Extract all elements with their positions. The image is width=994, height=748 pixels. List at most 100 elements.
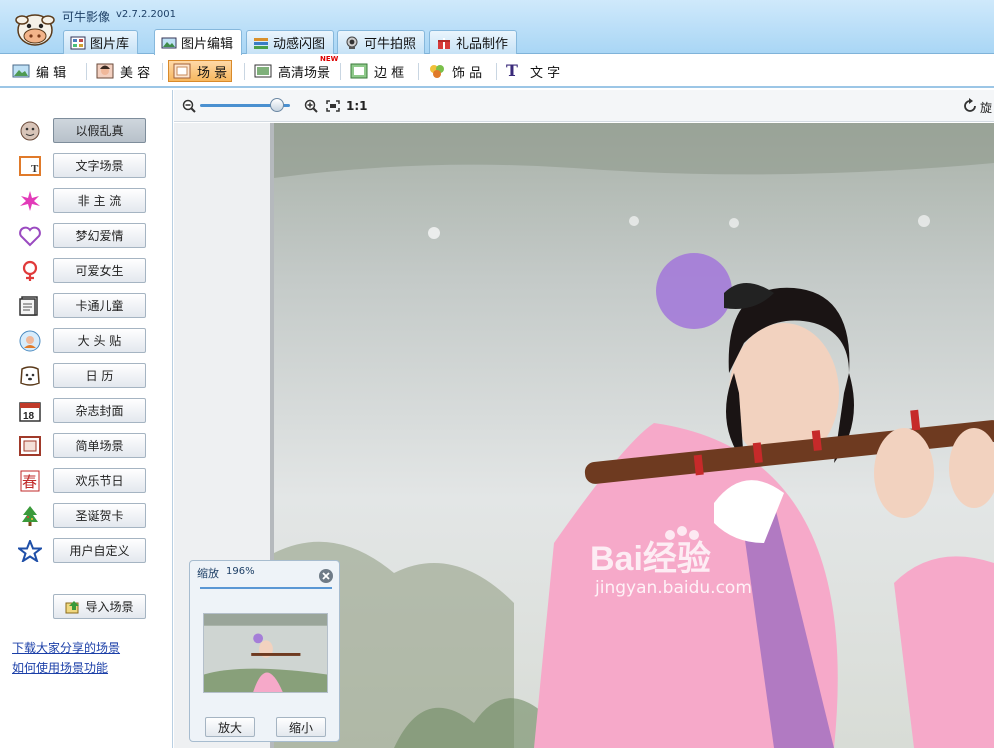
app-title: 可牛影像 [62,10,111,24]
gallery-icon [70,36,86,49]
tool-edit[interactable]: 编 辑 [8,60,70,82]
tool-scene[interactable]: 场 景 [168,60,233,82]
tab-gift[interactable]: 礼品制作 [429,30,518,54]
tool-decoration-label: 饰 品 [452,65,483,81]
tab-gift-label: 礼品制作 [456,37,509,52]
tab-gallery[interactable]: 图片库 [63,30,139,54]
zoom-in-icon[interactable] [304,99,318,113]
scene-item: 大 头 贴 [0,328,170,354]
import-scene-button[interactable]: 导入场景 [53,594,146,619]
female-icon [22,260,38,281]
tab-webcam[interactable]: 可牛拍照 [337,30,426,54]
scene-item: T 文字场景 [0,153,170,179]
scene-item: 圣诞贺卡 [0,503,170,529]
cartoon-book-icon [19,296,38,316]
scene-category-panel: 以假乱真 T 文字场景 非 主 流 梦幻爱情 可爱女生 卡通儿童 大 头 贴 日… [0,90,173,748]
rotate-label[interactable]: 旋 [980,99,992,116]
function-toolbar: 编 辑 美 容 场 景 高清场景 NEW 边 框 饰 品 T 文 字 [0,55,994,88]
import-scene-label: 导入场景 [85,600,134,614]
webcam-icon [346,36,358,49]
scene-item: 春 欢乐节日 [0,468,170,494]
fit-window-icon[interactable] [326,100,340,112]
tool-beauty[interactable]: 美 容 [92,60,154,82]
tool-text[interactable]: T 文 字 [502,60,564,82]
tool-decoration[interactable]: 饰 品 [424,60,486,82]
scene-item: 卡通儿童 [0,293,170,319]
sparkle-icon [20,191,40,211]
edited-photo [274,123,994,748]
navigator-thumbnail[interactable] [203,613,328,693]
zoom-out-icon[interactable] [182,99,196,113]
scene-button-love[interactable]: 梦幻爱情 [53,223,146,248]
tool-edit-label: 编 辑 [36,65,67,81]
face-icon [20,121,40,141]
toolbar-divider [418,63,419,80]
text-scene-icon: T [19,156,41,176]
gift-icon [438,37,450,49]
cow-logo-icon [15,14,55,46]
tool-text-label: 文 字 [530,65,561,81]
app-version: v2.7.2.2001 [116,9,176,20]
watermark-url: jingyan.baidu.com [595,578,752,598]
zoom-slider-handle[interactable] [270,98,284,112]
frame-icon [350,63,368,79]
beauty-icon [96,63,114,79]
scene-button-custom[interactable]: 用户自定义 [53,538,146,563]
scene-button-realistic[interactable]: 以假乱真 [53,118,146,143]
zoom-in-button[interactable]: 放大 [205,717,255,737]
flash-image-icon [254,37,268,49]
edit-icon [12,64,30,78]
toolbar-divider [244,63,245,80]
star-icon [18,540,42,562]
tab-image-edit[interactable]: 图片编辑 [154,29,243,55]
new-badge: NEW [320,55,339,63]
calendar-dog-icon [20,366,40,386]
tab-flash-image-label: 动感闪图 [273,37,326,52]
scene-button-cartoon[interactable]: 卡通儿童 [53,293,146,318]
tab-flash-image[interactable]: 动感闪图 [246,30,335,54]
heart-icon [19,226,41,247]
tool-scene-label: 场 景 [197,65,228,81]
scene-item: 日 历 [0,363,170,389]
scene-item: 用户自定义 [0,538,170,564]
download-shared-link[interactable]: 下载大家分享的场景 [12,639,120,656]
scene-button-christmas[interactable]: 圣诞贺卡 [53,503,146,528]
actual-size-button[interactable]: 1:1 [346,99,368,113]
decoration-icon [430,65,444,78]
scene-button-nonmainstream[interactable]: 非 主 流 [53,188,146,213]
tool-frame[interactable]: 边 框 [346,60,408,82]
navigator-title: 缩放 [197,567,219,580]
navigator-divider [200,587,332,589]
scene-button-text[interactable]: 文字场景 [53,153,146,178]
scene-button-photo-sticker[interactable]: 大 头 贴 [53,328,146,353]
scene-icon [173,63,191,79]
rotate-icon[interactable] [962,98,978,114]
canvas-toolbar: 1:1 旋 [174,90,994,122]
how-to-use-link[interactable]: 如何使用场景功能 [12,659,108,676]
scene-button-magazine[interactable]: 杂志封面 [53,398,146,423]
tool-hd-scene[interactable]: 高清场景 NEW [250,55,338,82]
scene-item: 18 杂志封面 [0,398,170,424]
edit-image-icon [161,37,177,48]
simple-frame-icon [19,436,41,456]
scene-item: 非 主 流 [0,188,170,214]
tool-frame-label: 边 框 [374,65,405,81]
scene-button-calendar[interactable]: 日 历 [53,363,146,388]
zoom-percentage: 196% [226,566,255,577]
scene-button-simple[interactable]: 简单场景 [53,433,146,458]
tab-webcam-label: 可牛拍照 [364,37,417,52]
hd-scene-icon [254,64,272,78]
tab-image-edit-label: 图片编辑 [181,37,234,52]
watermark-brand: Bai经验 [590,539,711,578]
toolbar-divider [162,63,163,80]
scene-item: 梦幻爱情 [0,223,170,249]
close-icon[interactable] [319,569,333,583]
baidu-watermark-logo: Bai经验 [590,526,711,578]
scene-button-festival[interactable]: 欢乐节日 [53,468,146,493]
scene-button-cute-girl[interactable]: 可爱女生 [53,258,146,283]
zoom-out-button[interactable]: 缩小 [276,717,326,737]
zoom-navigator-panel: 缩放 196% 放大 缩小 [189,560,340,742]
tool-hd-scene-label: 高清场景 [278,65,331,81]
calendar-icon: 18 [19,402,41,422]
scene-item: 可爱女生 [0,258,170,284]
